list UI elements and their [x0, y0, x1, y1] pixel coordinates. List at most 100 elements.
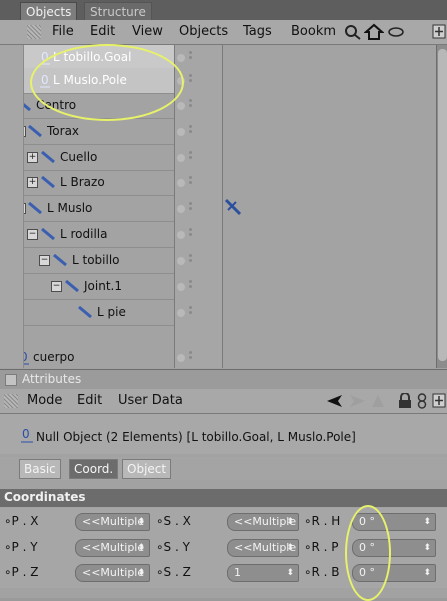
spinner-icon[interactable]: ⬍: [423, 565, 431, 581]
field-py[interactable]: <<Multiple ⬍: [75, 539, 150, 557]
radio-icon[interactable]: ∘: [156, 514, 164, 528]
tree-row[interactable]: 0 L Muslo.Pole: [23, 68, 174, 94]
search-icon[interactable]: [344, 24, 362, 40]
expand-toggle-icon[interactable]: +: [27, 152, 38, 163]
spinner-icon[interactable]: ⬍: [423, 514, 431, 530]
panel-toggle-icon[interactable]: [5, 374, 17, 386]
grip-handle-icon[interactable]: [4, 394, 18, 408]
bone-icon: [53, 254, 67, 266]
objects-menubar: File Edit View Objects Tags Bookm: [0, 20, 447, 45]
spinner-icon[interactable]: ⬍: [286, 514, 294, 530]
field-pz[interactable]: <<Multiple ⬍: [75, 564, 150, 582]
svg-text:0: 0: [22, 427, 30, 441]
tree-row[interactable]: L pie: [23, 300, 174, 326]
new-panel-icon[interactable]: [432, 393, 446, 408]
radio-icon[interactable]: ∘: [156, 540, 164, 554]
collapse-toggle-icon[interactable]: −: [27, 229, 38, 240]
visibility-toggle[interactable]: [175, 145, 199, 170]
spinner-icon[interactable]: ⬍: [286, 540, 294, 556]
tab-basic[interactable]: Basic: [19, 459, 61, 479]
tab-coord[interactable]: Coord.: [69, 459, 119, 479]
menu-bookmarks[interactable]: Bookm: [291, 24, 336, 40]
radio-icon[interactable]: ∘: [4, 565, 12, 579]
visibility-toggle[interactable]: [175, 93, 199, 118]
radio-icon[interactable]: ∘: [156, 565, 164, 579]
label-rh: ∘R . H: [304, 514, 341, 528]
visibility-toggle[interactable]: [175, 196, 199, 221]
collapse-toggle-icon[interactable]: −: [51, 281, 62, 292]
tab-objects[interactable]: Objects: [20, 2, 78, 21]
label-py: ∘P . Y: [4, 540, 38, 554]
visibility-toggle[interactable]: [175, 300, 199, 325]
visibility-toggle[interactable]: [175, 119, 199, 144]
field-value: 0 °: [359, 515, 375, 528]
object-name: L rodilla: [60, 227, 108, 241]
tree-row[interactable]: + L Brazo: [23, 170, 174, 196]
object-name: L pie: [97, 305, 126, 319]
field-px[interactable]: <<Multiple ⬍: [75, 513, 150, 531]
ik-tag-icon[interactable]: [224, 198, 242, 216]
spinner-icon[interactable]: ⬍: [137, 565, 145, 581]
svg-text:0: 0: [41, 73, 49, 87]
radio-icon[interactable]: ∘: [4, 514, 12, 528]
visibility-toggle[interactable]: [175, 274, 199, 299]
visibility-toggle[interactable]: [175, 45, 199, 70]
tree-row[interactable]: − L Muslo: [15, 196, 174, 222]
field-rh[interactable]: 0 ° ⬍: [352, 513, 436, 531]
tree-scrollbar[interactable]: [436, 45, 447, 368]
tree-row[interactable]: − Joint.1: [23, 274, 174, 300]
spinner-icon[interactable]: ⬍: [423, 540, 431, 556]
spinner-icon[interactable]: ⬍: [137, 540, 145, 556]
menu-userdata[interactable]: User Data: [118, 393, 183, 409]
new-panel-icon[interactable]: [432, 24, 446, 39]
spinner-icon[interactable]: ⬍: [137, 514, 145, 530]
eye-lens-icon[interactable]: [388, 26, 404, 38]
spinner-icon[interactable]: ⬍: [286, 565, 294, 581]
home-icon[interactable]: [364, 23, 384, 41]
bone-icon: [41, 151, 55, 163]
field-sx[interactable]: <<Multiple ⬍: [227, 513, 299, 531]
menu-view[interactable]: View: [132, 24, 163, 40]
radio-icon[interactable]: ∘: [304, 540, 312, 554]
field-sz[interactable]: 1 ⬍: [227, 564, 299, 582]
radio-icon[interactable]: ∘: [304, 514, 312, 528]
lock-icon[interactable]: [398, 393, 412, 409]
visibility-toggle[interactable]: [175, 248, 199, 273]
menu-tags[interactable]: Tags: [243, 24, 272, 40]
tree-row[interactable]: + Cuello: [23, 145, 174, 171]
menu-edit[interactable]: Edit: [90, 24, 115, 40]
label-rp: ∘R . P: [304, 540, 339, 554]
field-rp[interactable]: 0 ° ⬍: [352, 539, 436, 557]
field-sy[interactable]: <<Multiple ⬍: [227, 539, 299, 557]
radio-icon[interactable]: ∘: [304, 565, 312, 579]
field-rb[interactable]: 0 ° ⬍: [352, 564, 436, 582]
tree-row[interactable]: − Torax: [15, 119, 174, 145]
tree-row[interactable]: − Centro: [4, 93, 174, 119]
tab-structure[interactable]: Structure: [84, 2, 152, 21]
menu-attr-edit[interactable]: Edit: [77, 393, 102, 409]
tree-row[interactable]: + 0 cuerpo: [4, 345, 174, 371]
up-arrow-icon[interactable]: [371, 394, 385, 408]
collapse-toggle-icon[interactable]: −: [39, 255, 50, 266]
menu-file[interactable]: File: [52, 24, 74, 40]
tree-row[interactable]: − L tobillo: [23, 248, 174, 274]
radio-icon[interactable]: ∘: [4, 540, 12, 554]
back-arrow-icon[interactable]: [326, 394, 344, 408]
cinema4d-panel: Objects Structure File Edit View Objects…: [0, 0, 447, 601]
grip-handle-icon[interactable]: [27, 25, 41, 39]
tree-gutter: [0, 45, 24, 368]
menu-mode[interactable]: Mode: [27, 393, 62, 409]
tree-row[interactable]: − L rodilla: [23, 222, 174, 248]
menu-objects[interactable]: Objects: [179, 24, 228, 40]
forward-arrow-icon[interactable]: [348, 394, 366, 408]
link-icon[interactable]: [416, 393, 428, 409]
object-name: Centro: [36, 98, 77, 112]
scroll-thumb[interactable]: [438, 49, 447, 361]
visibility-toggle[interactable]: [175, 170, 199, 195]
visibility-toggle[interactable]: [175, 345, 199, 370]
visibility-toggle[interactable]: [175, 222, 199, 247]
visibility-toggle[interactable]: [175, 68, 199, 93]
expand-toggle-icon[interactable]: +: [27, 177, 38, 188]
tab-object[interactable]: Object: [122, 459, 172, 479]
manager-tabs: Objects Structure: [0, 0, 447, 21]
